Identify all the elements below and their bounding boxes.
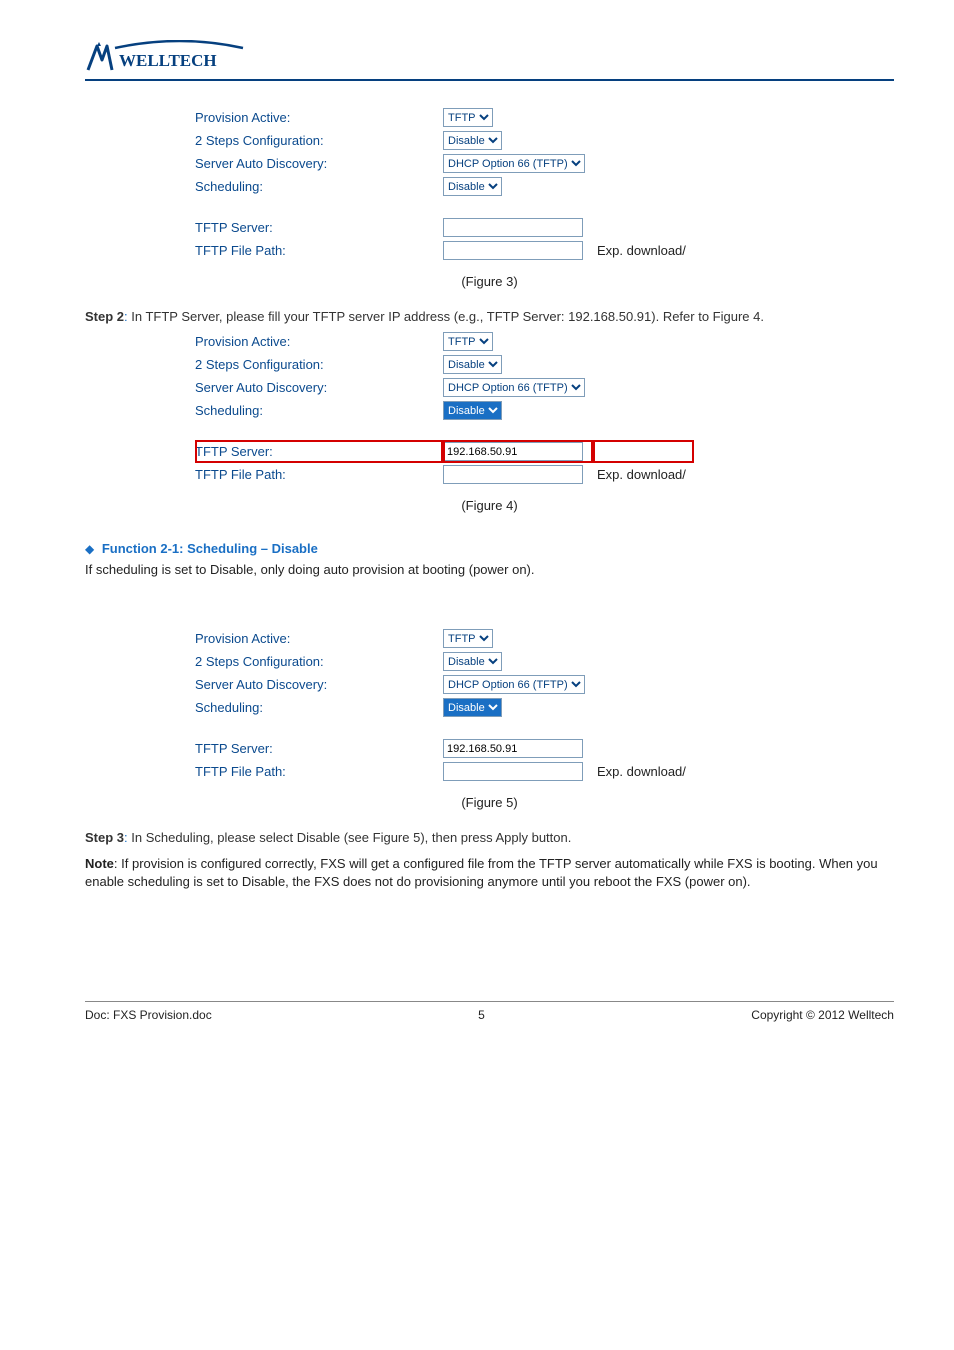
step-2-prefix: Step 2 bbox=[85, 309, 124, 324]
select-scheduling[interactable]: Disable bbox=[443, 401, 502, 420]
brand-logo: WELLTECH bbox=[85, 40, 245, 74]
label-provision-active: Provision Active: bbox=[195, 334, 435, 349]
label-tftp-path: TFTP File Path: bbox=[195, 467, 435, 482]
diamond-icon: ◆ bbox=[85, 542, 94, 556]
label-scheduling: Scheduling: bbox=[195, 700, 435, 715]
footer-copyright: Copyright © 2012 Welltech bbox=[751, 1008, 894, 1022]
label-auto-discovery: Server Auto Discovery: bbox=[195, 380, 435, 395]
select-scheduling[interactable]: Disable bbox=[443, 698, 502, 717]
select-provision-active[interactable]: TFTP bbox=[443, 332, 493, 351]
label-2steps: 2 Steps Configuration: bbox=[195, 357, 435, 372]
label-auto-discovery: Server Auto Discovery: bbox=[195, 156, 435, 171]
label-2steps: 2 Steps Configuration: bbox=[195, 133, 435, 148]
label-2steps: 2 Steps Configuration: bbox=[195, 654, 435, 669]
select-provision-active[interactable]: TFTP bbox=[443, 108, 493, 127]
label-tftp-server: TFTP Server: bbox=[195, 220, 435, 235]
input-tftp-server[interactable] bbox=[443, 739, 583, 758]
header-divider bbox=[85, 79, 894, 81]
label-scheduling: Scheduling: bbox=[195, 179, 435, 194]
step-2: Step 2: In TFTP Server, please fill your… bbox=[85, 309, 894, 324]
figure-4: Provision Active: TFTP 2 Steps Configura… bbox=[195, 330, 894, 486]
label-provision-active: Provision Active: bbox=[195, 631, 435, 646]
figure-5-caption: (Figure 5) bbox=[85, 795, 894, 810]
step-3-prefix: Step 3 bbox=[85, 830, 124, 845]
step-3: Step 3: In Scheduling, please select Dis… bbox=[85, 830, 894, 845]
footer-doc: Doc: FXS Provision.doc bbox=[85, 1008, 212, 1022]
footer-page: 5 bbox=[478, 1008, 485, 1022]
select-auto-discovery[interactable]: DHCP Option 66 (TFTP) bbox=[443, 378, 585, 397]
input-tftp-path[interactable] bbox=[443, 241, 583, 260]
exp-download-label: Exp. download/ bbox=[593, 467, 686, 482]
select-auto-discovery[interactable]: DHCP Option 66 (TFTP) bbox=[443, 675, 585, 694]
svg-text:WELLTECH: WELLTECH bbox=[119, 51, 217, 70]
step-2-text: In TFTP Server, please fill your TFTP se… bbox=[131, 309, 764, 324]
label-auto-discovery: Server Auto Discovery: bbox=[195, 677, 435, 692]
figure-3-caption: (Figure 3) bbox=[85, 274, 894, 289]
exp-download-label: Exp. download/ bbox=[593, 243, 686, 258]
function-header-text: Function 2-1: Scheduling – Disable bbox=[102, 541, 318, 556]
figure-5: Provision Active: TFTP 2 Steps Configura… bbox=[195, 627, 894, 783]
input-tftp-server[interactable] bbox=[443, 442, 583, 461]
label-tftp-server: TFTP Server: bbox=[195, 741, 435, 756]
note-block: Note: If provision is configured correct… bbox=[85, 855, 894, 891]
select-2steps[interactable]: Disable bbox=[443, 652, 502, 671]
select-auto-discovery[interactable]: DHCP Option 66 (TFTP) bbox=[443, 154, 585, 173]
figure-3: Provision Active: TFTP 2 Steps Configura… bbox=[195, 106, 894, 262]
step-3-text: In Scheduling, please select Disable (se… bbox=[131, 830, 571, 845]
note-text: If provision is configured correctly, FX… bbox=[85, 856, 878, 889]
label-provision-active: Provision Active: bbox=[195, 110, 435, 125]
label-scheduling: Scheduling: bbox=[195, 403, 435, 418]
select-2steps[interactable]: Disable bbox=[443, 131, 502, 150]
scheduling-note: If scheduling is set to Disable, only do… bbox=[85, 562, 894, 577]
step-3-sep: : bbox=[124, 830, 128, 845]
select-provision-active[interactable]: TFTP bbox=[443, 629, 493, 648]
input-tftp-server[interactable] bbox=[443, 218, 583, 237]
label-tftp-server: TFTP Server: bbox=[195, 444, 435, 459]
exp-download-label: Exp. download/ bbox=[593, 764, 686, 779]
function-header: ◆ Function 2-1: Scheduling – Disable bbox=[85, 541, 894, 556]
label-tftp-path: TFTP File Path: bbox=[195, 243, 435, 258]
step-2-sep: : bbox=[124, 309, 128, 324]
select-2steps[interactable]: Disable bbox=[443, 355, 502, 374]
label-tftp-path: TFTP File Path: bbox=[195, 764, 435, 779]
select-scheduling[interactable]: Disable bbox=[443, 177, 502, 196]
note-prefix: Note bbox=[85, 856, 114, 871]
input-tftp-path[interactable] bbox=[443, 762, 583, 781]
footer-divider bbox=[85, 1001, 894, 1002]
figure-4-caption: (Figure 4) bbox=[85, 498, 894, 513]
input-tftp-path[interactable] bbox=[443, 465, 583, 484]
